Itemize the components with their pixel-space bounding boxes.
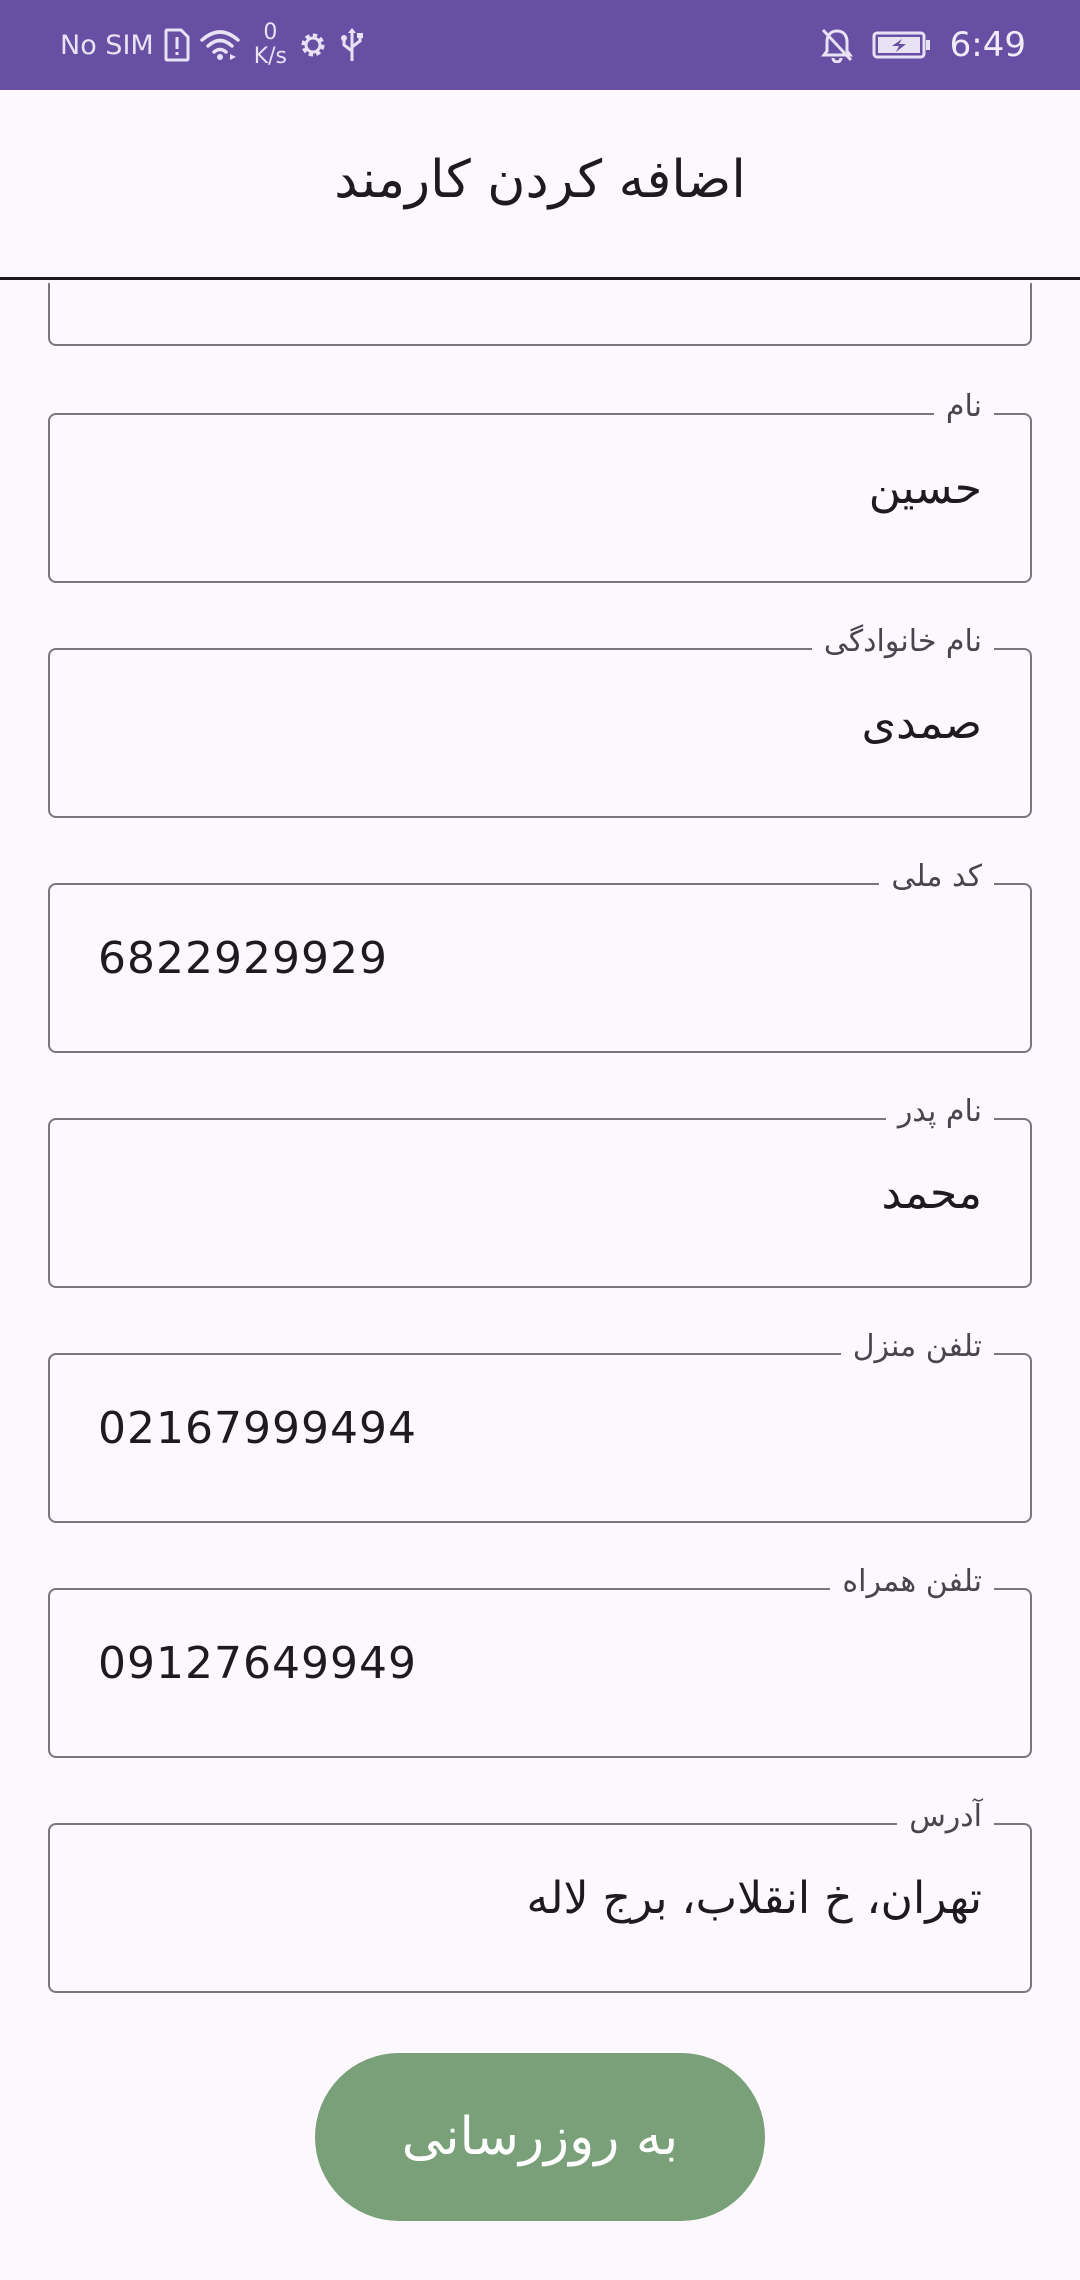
father-name-label: نام پدر bbox=[885, 1094, 994, 1129]
status-bar-right: 6:49 bbox=[820, 0, 1026, 90]
first-name-label: نام bbox=[933, 389, 994, 424]
settings-icon bbox=[297, 29, 329, 61]
net-speed-unit: K/s bbox=[253, 44, 288, 69]
battery-charging-icon bbox=[872, 30, 932, 60]
partially-visible-field[interactable] bbox=[48, 283, 1032, 346]
father-name-field[interactable]: نام پدر محمد bbox=[48, 1094, 1032, 1288]
usb-icon bbox=[339, 27, 365, 63]
address-label: آدرس bbox=[897, 1799, 994, 1834]
mobile-phone-input[interactable]: 09127649949 bbox=[98, 1638, 982, 1689]
status-bar-left: No SIM 0 K/s bbox=[60, 0, 365, 90]
mobile-phone-field[interactable]: تلفن همراه 09127649949 bbox=[48, 1564, 1032, 1758]
wifi-icon bbox=[199, 28, 240, 62]
national-code-field[interactable]: کد ملی 6822929929 bbox=[48, 859, 1032, 1053]
employee-form: نام حسین نام خانوادگی صمدی کد ملی 682292… bbox=[0, 283, 1080, 2280]
first-name-input[interactable]: حسین bbox=[98, 463, 982, 514]
home-phone-label: تلفن منزل bbox=[840, 1329, 994, 1364]
home-phone-input[interactable]: 02167999494 bbox=[98, 1403, 982, 1454]
status-bar: No SIM 0 K/s 6:49 bbox=[0, 0, 1080, 90]
national-code-input[interactable]: 6822929929 bbox=[98, 933, 982, 984]
last-name-label: نام خانوادگی bbox=[811, 624, 994, 659]
address-input[interactable]: تهران، خ انقلاب، برج لاله bbox=[98, 1873, 982, 1924]
notifications-off-icon bbox=[820, 27, 854, 63]
app-bar: اضافه کردن کارمند bbox=[0, 90, 1080, 280]
sim-card-alert-icon bbox=[164, 28, 190, 62]
national-code-label: کد ملی bbox=[879, 859, 994, 894]
home-phone-field[interactable]: تلفن منزل 02167999494 bbox=[48, 1329, 1032, 1523]
last-name-field[interactable]: نام خانوادگی صمدی bbox=[48, 624, 1032, 818]
address-field[interactable]: آدرس تهران، خ انقلاب، برج لاله bbox=[48, 1799, 1032, 1993]
clock-time: 6:49 bbox=[949, 25, 1026, 65]
update-button[interactable]: به روزرسانی bbox=[315, 2053, 765, 2221]
first-name-field[interactable]: نام حسین bbox=[48, 389, 1032, 583]
net-speed-value: 0 bbox=[263, 20, 278, 45]
last-name-input[interactable]: صمدی bbox=[98, 698, 982, 749]
page-title: اضافه کردن کارمند bbox=[334, 150, 746, 210]
carrier-text: No SIM bbox=[60, 29, 154, 61]
net-speed-indicator: 0 K/s bbox=[254, 21, 287, 69]
mobile-phone-label: تلفن همراه bbox=[830, 1564, 994, 1599]
father-name-input[interactable]: محمد bbox=[98, 1168, 982, 1219]
